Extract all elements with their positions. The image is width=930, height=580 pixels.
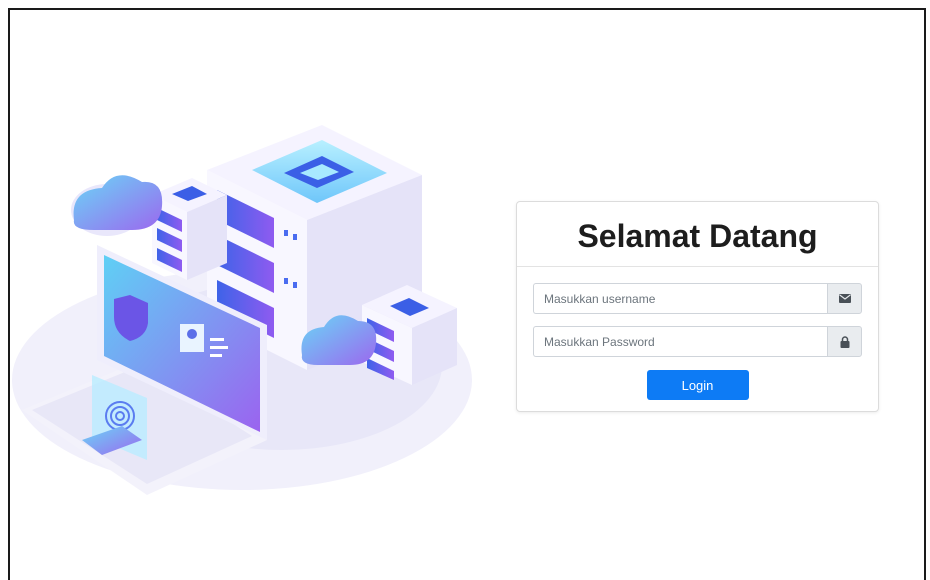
small-server-right <box>362 285 457 385</box>
cloud-icon-left <box>71 175 163 236</box>
login-button-row: Login <box>533 369 862 400</box>
username-input[interactable] <box>533 283 827 314</box>
envelope-icon <box>827 283 862 314</box>
login-title: Selamat Datang <box>577 217 818 254</box>
server-security-illustration <box>12 125 472 495</box>
login-button[interactable]: Login <box>646 370 749 400</box>
small-server-left <box>152 178 227 280</box>
login-card-header: Selamat Datang <box>517 202 878 267</box>
password-input-group <box>533 326 862 357</box>
login-form: Login <box>517 267 878 400</box>
login-card: Selamat Datang Login <box>516 201 879 412</box>
username-input-group <box>533 283 862 314</box>
lock-icon <box>827 326 862 357</box>
password-input[interactable] <box>533 326 827 357</box>
